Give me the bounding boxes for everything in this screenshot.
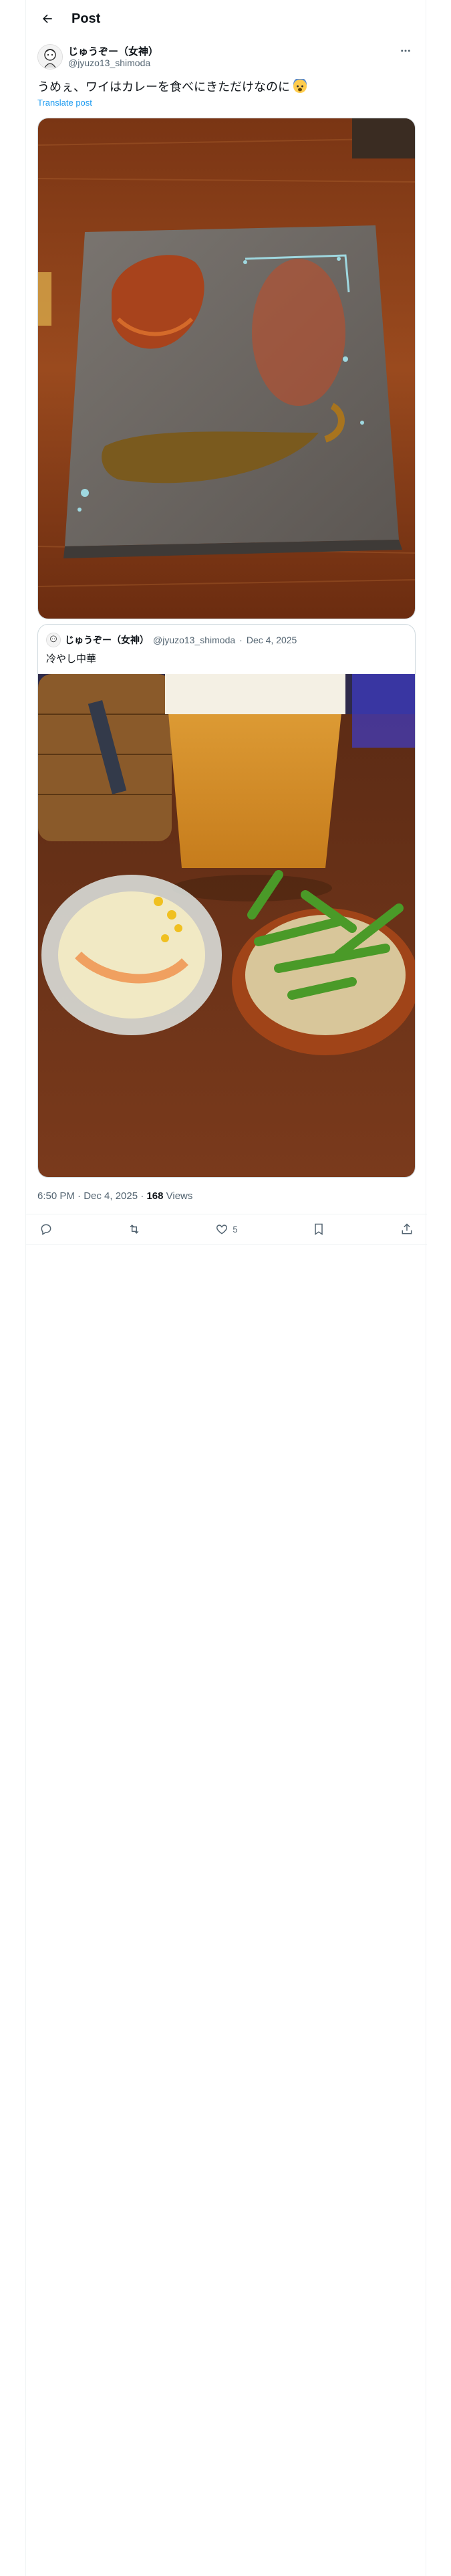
author-handle[interactable]: @jyuzo13_shimoda <box>68 58 150 68</box>
views-label: Views <box>166 1190 193 1202</box>
bookmark-button[interactable] <box>312 1222 325 1236</box>
top-bar: Post <box>26 0 427 37</box>
quoted-author-name: じゅうぞー（女神） <box>65 635 149 645</box>
reply-button[interactable] <box>39 1222 53 1236</box>
share-icon <box>400 1222 414 1236</box>
quoted-avatar <box>46 633 61 647</box>
bookmark-icon <box>312 1222 325 1236</box>
repost-button[interactable] <box>128 1222 141 1236</box>
quoted-author-handle: @jyuzo13_shimoda <box>153 635 236 645</box>
like-icon <box>215 1222 229 1236</box>
repost-icon <box>128 1222 141 1236</box>
quoted-post-photo[interactable] <box>38 674 415 1177</box>
post-meta: 6:50 PM · Dec 4, 2025 · 168 Views <box>37 1190 193 1202</box>
more-button[interactable] <box>398 43 414 59</box>
post-timestamp[interactable]: 6:50 PM · Dec 4, 2025 <box>37 1190 138 1202</box>
translate-post-link[interactable]: Translate post <box>37 98 92 108</box>
views-count: 168 <box>146 1190 164 1202</box>
quoted-separator: · <box>239 635 243 645</box>
more-icon <box>400 45 412 57</box>
page-title: Post <box>71 11 101 26</box>
post-text: うめぇ、ワイはカレーを食べにきただけなのに <box>37 80 290 94</box>
post-text-row: うめぇ、ワイはカレーを食べにきただけなのに <box>37 78 307 95</box>
reply-icon <box>39 1222 53 1236</box>
avatar[interactable] <box>37 44 63 70</box>
author-name[interactable]: じゅうぞー（女神） <box>68 44 158 58</box>
action-bar: 5 <box>26 1214 427 1245</box>
likes-count: 5 <box>233 1224 238 1235</box>
quoted-post-header: じゅうぞー（女神） @jyuzo13_shimoda · Dec 4, 2025 <box>46 633 297 647</box>
quoted-post-text: 冷やし中華 <box>46 653 97 665</box>
quoted-post[interactable]: じゅうぞー（女神） @jyuzo13_shimoda · Dec 4, 2025… <box>37 624 416 1178</box>
back-button[interactable] <box>35 7 59 31</box>
post-photo[interactable] <box>37 118 416 619</box>
like-button[interactable]: 5 <box>215 1222 238 1236</box>
quoted-date: Dec 4, 2025 <box>246 635 297 645</box>
share-button[interactable] <box>400 1222 414 1236</box>
main-column: Post じゅうぞー（女神） @jyuzo13_shimoda うめぇ、ワイはカ… <box>25 0 427 2576</box>
back-arrow-icon <box>41 12 54 25</box>
fearful-face-emoji <box>293 79 307 94</box>
